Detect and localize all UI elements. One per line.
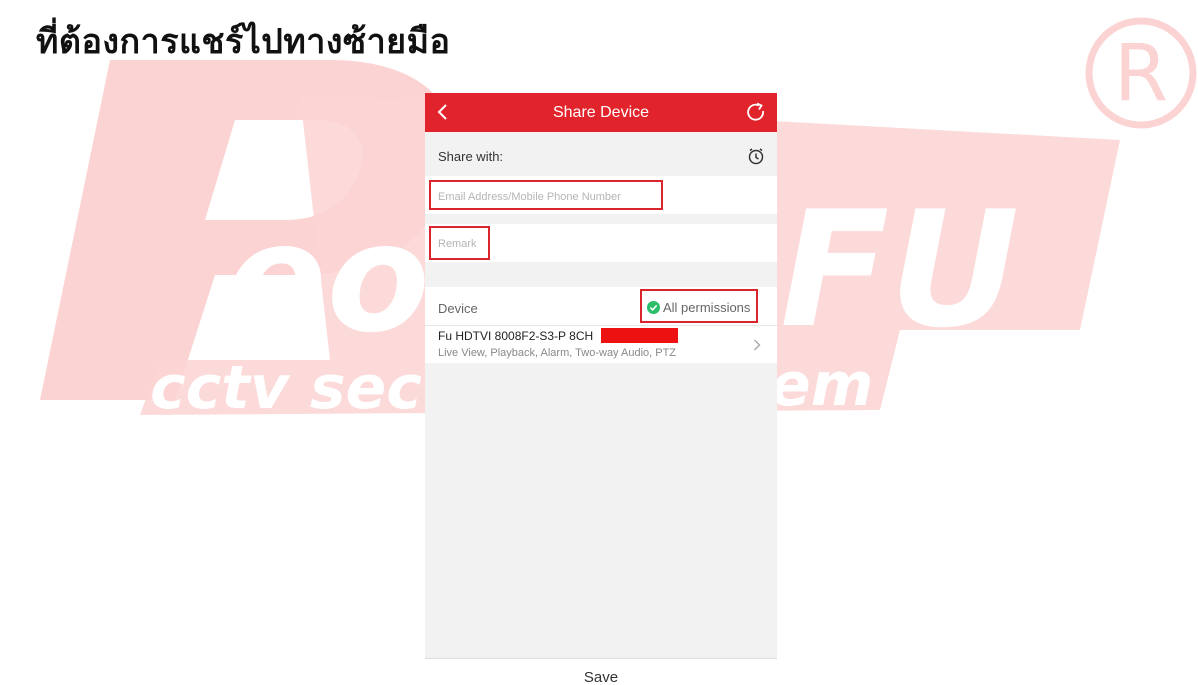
- slide-heading: ที่ต้องการแชร์ไปทางซ้ายมือ: [36, 22, 451, 62]
- save-button[interactable]: Save: [425, 669, 777, 685]
- watermark-eo: eo: [225, 192, 430, 366]
- registered-mark-icon: R: [1085, 17, 1197, 129]
- all-permissions-toggle[interactable]: All permissions: [640, 289, 758, 323]
- share-with-label: Share with:: [438, 149, 504, 164]
- page-title: Share Device: [552, 104, 650, 121]
- svg-text:R: R: [1114, 29, 1168, 119]
- watermark-fu: FU: [780, 176, 1019, 363]
- device-name: Fu HDTVI 8008F2-S3-P 8CH: [438, 329, 594, 343]
- device-section-header: Device All permissions: [425, 287, 777, 325]
- watermark-tagline-end: em: [770, 350, 873, 420]
- highlight-box-remark: [429, 226, 490, 260]
- device-label: Device: [438, 301, 478, 316]
- check-circle-icon: [647, 301, 660, 314]
- all-permissions-label: All permissions: [663, 300, 751, 315]
- remark-field[interactable]: Remark: [425, 224, 777, 262]
- share-with-row: Share with:: [425, 132, 777, 176]
- chevron-right-icon: [754, 339, 761, 351]
- device-permissions: Live View, Playback, Alarm, Two-way Audi…: [438, 347, 677, 359]
- clock-icon[interactable]: [747, 147, 765, 165]
- footer-bar: Save: [425, 658, 777, 685]
- highlight-box-email: [429, 180, 663, 210]
- device-list-item[interactable]: Fu HDTVI 8008F2-S3-P 8CH Live View, Play…: [425, 325, 777, 363]
- email-field[interactable]: Email Address/Mobile Phone Number: [425, 176, 777, 214]
- redaction-block: [601, 328, 678, 343]
- refresh-icon[interactable]: [745, 101, 767, 123]
- watermark-tagline: cctv sec: [150, 353, 422, 423]
- app-header: Share Device: [425, 93, 777, 132]
- phone-screen: Share Device Share with: Email Address/M…: [425, 93, 777, 685]
